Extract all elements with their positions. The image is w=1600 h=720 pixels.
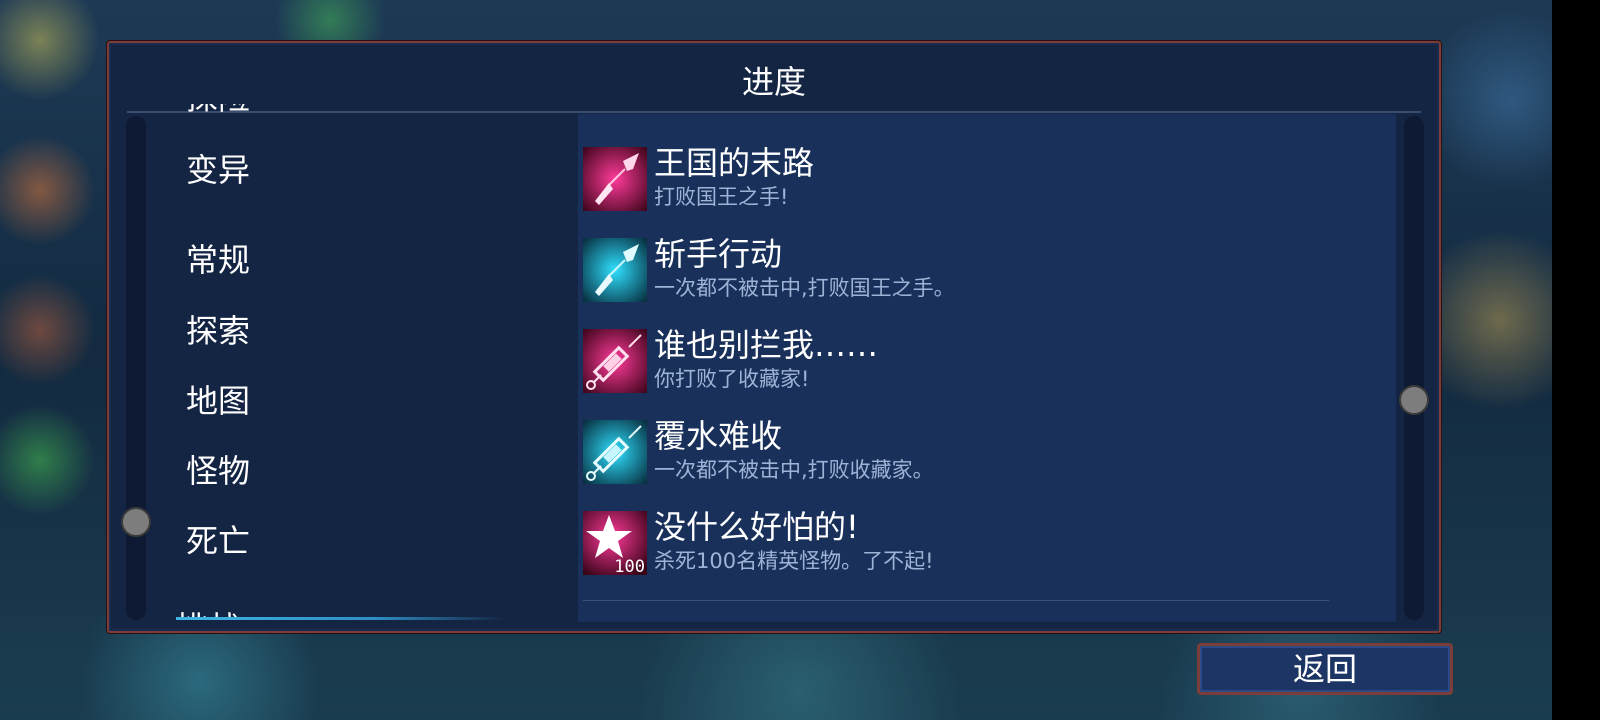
achievement-title: 斩手行动 bbox=[654, 235, 783, 273]
achievement-description: 一次都不被击中,打败收藏家。 bbox=[654, 458, 934, 482]
achievement-description: 你打败了收藏家! bbox=[654, 367, 810, 391]
achievement-description: 杀死100名精英怪物。了不起! bbox=[654, 549, 934, 573]
star-icon-badge: 100 bbox=[614, 557, 645, 575]
category-scrollbar-track[interactable] bbox=[126, 116, 146, 620]
title-divider bbox=[127, 111, 1421, 113]
list-divider bbox=[583, 600, 1329, 601]
syringe-icon bbox=[583, 329, 647, 393]
page-title: 进度 bbox=[741, 63, 806, 101]
dagger-icon bbox=[583, 238, 647, 302]
achievement-scrollbar-track[interactable] bbox=[1404, 116, 1424, 620]
category-item-explore[interactable]: 探索 bbox=[186, 311, 250, 351]
achievement-description: 打败国王之手! bbox=[654, 185, 789, 209]
achievement-title: 谁也别拦我…… bbox=[654, 326, 879, 364]
achievement-scrollbar-thumb[interactable] bbox=[1399, 385, 1429, 415]
syringe-icon bbox=[583, 420, 647, 484]
category-item-mutation[interactable]: 变异 bbox=[186, 150, 250, 190]
star-icon: 100 bbox=[583, 511, 647, 577]
category-item-general[interactable]: 常规 bbox=[186, 240, 250, 280]
category-item-monsters[interactable]: 怪物 bbox=[186, 451, 250, 491]
achievement-row[interactable]: 谁也别拦我…… 你打败了收藏家! bbox=[583, 326, 1363, 413]
dagger-icon bbox=[583, 147, 647, 211]
category-item-partial-top[interactable]: 探险 bbox=[186, 104, 256, 118]
category-scrollbar-thumb[interactable] bbox=[121, 507, 151, 537]
achievement-title: 覆水难收 bbox=[654, 417, 783, 455]
screen-edge bbox=[1552, 0, 1600, 720]
achievement-description: 一次都不被击中,打败国王之手。 bbox=[654, 276, 955, 300]
achievement-title: 没什么好怕的! bbox=[654, 508, 859, 546]
achievement-row[interactable]: 100 没什么好怕的! 杀死100名精英怪物。了不起! bbox=[583, 508, 1363, 595]
achievement-title: 王国的末路 bbox=[654, 144, 815, 182]
achievement-row[interactable]: 覆水难收 一次都不被击中,打败收藏家。 bbox=[583, 417, 1363, 504]
category-item-map[interactable]: 地图 bbox=[186, 381, 250, 421]
category-selection-underline bbox=[176, 617, 506, 620]
back-button[interactable]: 返回 bbox=[1197, 643, 1453, 695]
achievement-row[interactable]: 王国的末路 打败国王之手! bbox=[583, 144, 1363, 231]
category-item-death[interactable]: 死亡 bbox=[186, 521, 250, 561]
achievement-row[interactable]: 斩手行动 一次都不被击中,打败国王之手。 bbox=[583, 235, 1363, 322]
